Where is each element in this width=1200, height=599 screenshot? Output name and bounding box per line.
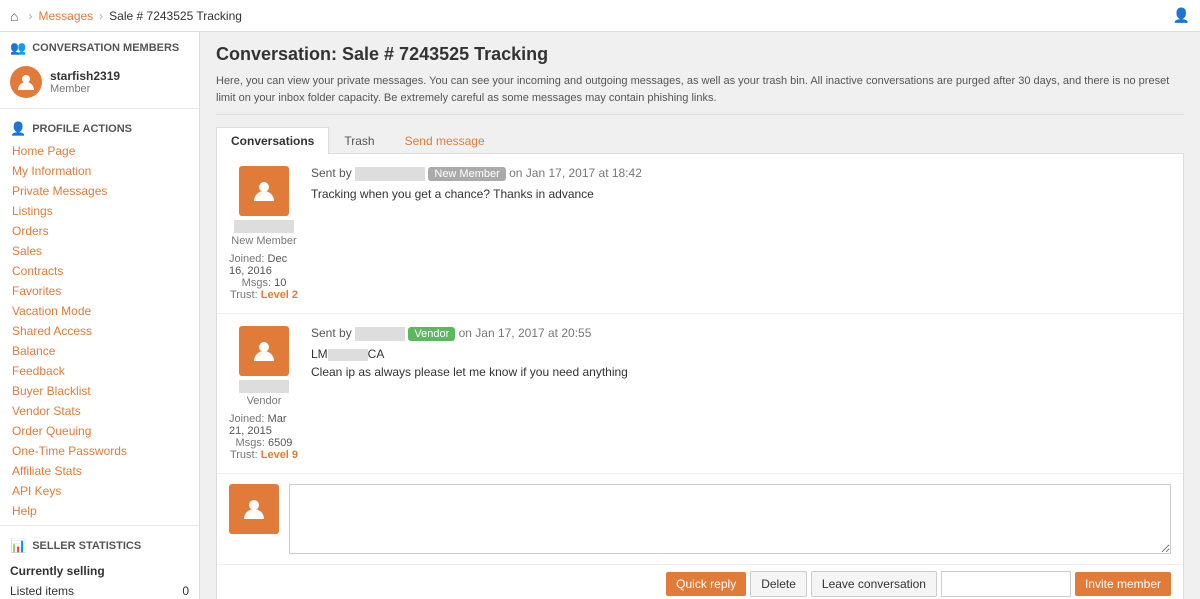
- message-2-location-box: [328, 349, 368, 361]
- sidebar-item-help[interactable]: Help: [0, 501, 199, 521]
- page-title: Conversation: Sale # 7243525 Tracking: [216, 44, 1184, 65]
- message-2-body: Sent by Vendor on Jan 17, 2017 at 20:55 …: [311, 326, 1171, 461]
- invite-input[interactable]: [941, 571, 1071, 597]
- message-2-text: Clean ip as always please let me know if…: [311, 365, 1171, 379]
- message-1-username-box: [234, 220, 294, 233]
- sidebar-item-vacationmode[interactable]: Vacation Mode: [0, 301, 199, 321]
- message-2-sidebar: Vendor Joined: Mar 21, 2015 Msgs: 6509 T…: [229, 326, 299, 461]
- sidebar-stats: Currently selling Listed items 0 Will se…: [0, 558, 199, 599]
- message-1-header: Sent by New Member on Jan 17, 2017 at 18…: [311, 166, 1171, 181]
- conversation-members-section: 👥 CONVERSATION MEMBERS: [0, 32, 199, 60]
- message-1-trust: Level 2: [261, 289, 298, 301]
- sidebar-item-feedback[interactable]: Feedback: [0, 361, 199, 381]
- top-nav-right: 👤: [1173, 7, 1190, 24]
- sidebar-item-privatemessages[interactable]: Private Messages: [0, 181, 199, 201]
- sidebar-role: Member: [50, 83, 120, 95]
- sidebar-item-affiliatestats[interactable]: Affiliate Stats: [0, 461, 199, 481]
- message-2-avatar: [239, 326, 289, 376]
- sidebar-item-buyerblacklist[interactable]: Buyer Blacklist: [0, 381, 199, 401]
- reply-textarea[interactable]: [289, 484, 1171, 554]
- message-1-role: New Member: [231, 235, 296, 247]
- sidebar: 👥 CONVERSATION MEMBERS starfish2319 Memb…: [0, 32, 200, 599]
- message-1-trust-label: Trust: Level 2: [230, 289, 298, 301]
- message-1-body: Sent by New Member on Jan 17, 2017 at 18…: [311, 166, 1171, 301]
- sidebar-item-sharedaccess[interactable]: Shared Access: [0, 321, 199, 341]
- reply-area: [217, 474, 1183, 565]
- message-1-role-badge: New Member: [428, 167, 505, 181]
- stats-row-0: Listed items 0: [10, 582, 189, 599]
- delete-button[interactable]: Delete: [750, 571, 807, 597]
- message-2-username-box: [239, 380, 289, 393]
- message-1-msgs: 10: [274, 277, 286, 289]
- seller-statistics-title: SELLER STATISTICS: [32, 540, 141, 552]
- sidebar-item-favorites[interactable]: Favorites: [0, 281, 199, 301]
- message-2-date: on Jan 17, 2017 at 20:55: [459, 326, 592, 340]
- leave-conversation-button[interactable]: Leave conversation: [811, 571, 937, 597]
- message-2-role: Vendor: [247, 395, 282, 407]
- message-1-text: Tracking when you get a chance? Thanks i…: [311, 187, 1171, 201]
- stats-icon: 📊: [10, 538, 26, 554]
- message-1: New Member Joined: Dec 16, 2016 Msgs: 10…: [217, 154, 1183, 314]
- sidebar-item-sales[interactable]: Sales: [0, 241, 199, 261]
- sidebar-item-myinfo[interactable]: My Information: [0, 161, 199, 181]
- message-1-username-inline: [355, 167, 425, 181]
- sidebar-item-orderqueuing[interactable]: Order Queuing: [0, 421, 199, 441]
- members-icon: 👥: [10, 40, 26, 56]
- tab-send-message[interactable]: Send message: [390, 127, 500, 154]
- sidebar-username: starfish2319: [50, 69, 120, 83]
- reply-actions: Quick reply Delete Leave conversation In…: [217, 565, 1183, 599]
- sidebar-item-listings[interactable]: Listings: [0, 201, 199, 221]
- sidebar-item-orders[interactable]: Orders: [0, 221, 199, 241]
- main-content: Conversation: Sale # 7243525 Tracking He…: [200, 32, 1200, 599]
- message-2-msgs: 6509: [268, 437, 292, 449]
- message-1-joined-label: Joined: Dec 16, 2016: [229, 253, 299, 277]
- currently-selling-label: Currently selling: [10, 564, 189, 578]
- sidebar-item-homepage[interactable]: Home Page: [0, 141, 199, 161]
- profile-actions-title: PROFILE ACTIONS: [32, 123, 132, 135]
- top-nav: ⌂ › Messages › Sale # 7243525 Tracking 👤: [0, 0, 1200, 32]
- avatar: [10, 66, 42, 98]
- tab-trash[interactable]: Trash: [329, 127, 389, 154]
- main-layout: 👥 CONVERSATION MEMBERS starfish2319 Memb…: [0, 32, 1200, 599]
- message-2: Vendor Joined: Mar 21, 2015 Msgs: 6509 T…: [217, 314, 1183, 474]
- sidebar-item-vendorstats[interactable]: Vendor Stats: [0, 401, 199, 421]
- message-1-avatar: [239, 166, 289, 216]
- seller-statistics-section: 📊 SELLER STATISTICS: [0, 530, 199, 558]
- user-icon[interactable]: 👤: [1173, 7, 1190, 23]
- profile-actions-section: 👤 PROFILE ACTIONS: [0, 113, 199, 141]
- conversation-members-title: CONVERSATION MEMBERS: [32, 42, 179, 54]
- sidebar-item-contracts[interactable]: Contracts: [0, 261, 199, 281]
- breadcrumb-current: Sale # 7243525 Tracking: [103, 9, 248, 23]
- quick-reply-button[interactable]: Quick reply: [666, 572, 746, 596]
- message-2-header: Sent by Vendor on Jan 17, 2017 at 20:55: [311, 326, 1171, 341]
- message-1-sidebar: New Member Joined: Dec 16, 2016 Msgs: 10…: [229, 166, 299, 301]
- sidebar-user: starfish2319 Member: [0, 60, 199, 104]
- message-2-role-badge: Vendor: [408, 327, 455, 341]
- message-2-joined-label: Joined: Mar 21, 2015: [229, 413, 299, 437]
- sidebar-item-balance[interactable]: Balance: [0, 341, 199, 361]
- page-description: Here, you can view your private messages…: [216, 73, 1184, 115]
- messages-area: New Member Joined: Dec 16, 2016 Msgs: 10…: [216, 154, 1184, 599]
- message-2-username-inline: [355, 327, 405, 341]
- message-2-msgs-label: Msgs: 6509: [236, 437, 293, 449]
- home-icon[interactable]: ⌂: [10, 8, 18, 24]
- breadcrumb-messages[interactable]: Messages: [32, 9, 99, 23]
- tabs: Conversations Trash Send message: [216, 127, 1184, 154]
- message-1-msgs-label: Msgs: 10: [242, 277, 287, 289]
- invite-member-button[interactable]: Invite member: [1075, 572, 1171, 596]
- sidebar-item-apikeys[interactable]: API Keys: [0, 481, 199, 501]
- sidebar-item-otp[interactable]: One-Time Passwords: [0, 441, 199, 461]
- message-2-trust: Level 9: [261, 449, 298, 461]
- message-2-location: LMCA: [311, 347, 1171, 361]
- message-2-trust-label: Trust: Level 9: [230, 449, 298, 461]
- reply-avatar: [229, 484, 279, 534]
- profile-icon: 👤: [10, 121, 26, 137]
- tab-conversations[interactable]: Conversations: [216, 127, 329, 154]
- message-1-date: on Jan 17, 2017 at 18:42: [509, 166, 642, 180]
